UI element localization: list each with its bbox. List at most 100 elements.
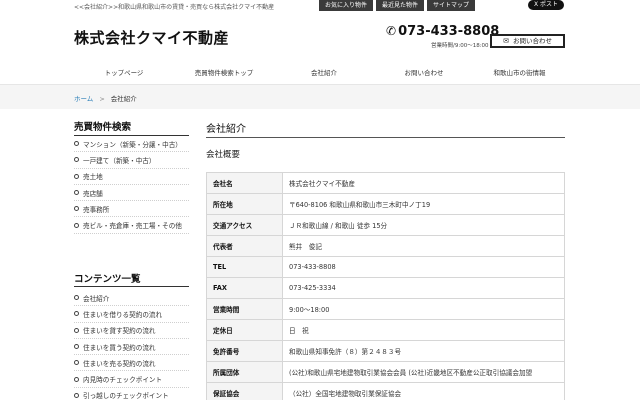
table-row: 会社名 株式会社クマイ不動産	[206, 172, 565, 194]
circle-bullet-icon	[74, 295, 79, 301]
top-breadcrumb: <<会社紹介>>和歌山県和歌山市の賃貸・売買なら株式会社クマイ不動産	[74, 4, 275, 11]
recently-viewed-tab[interactable]: 最近見た物件	[376, 0, 425, 11]
section-title: 会社概要	[206, 150, 241, 160]
breadcrumb-home[interactable]: ホーム	[74, 95, 93, 103]
circle-bullet-icon	[74, 311, 79, 317]
circle-bullet-icon	[74, 392, 79, 398]
list-item-label: 住まいを買う契約の流れ	[83, 343, 156, 352]
site-title[interactable]: 株式会社クマイ不動産	[74, 27, 229, 48]
business-hours: 営業時間/9:00～18:00	[431, 43, 489, 49]
list-item-label: 売店舗	[83, 189, 103, 198]
list-item-label: 売ビル・売倉庫・売工場・その他	[83, 222, 182, 231]
list-item-label: 住まいを売る契約の流れ	[83, 359, 156, 368]
list-item[interactable]: 住まいを買う契約の流れ	[74, 339, 189, 356]
contents-heading: コンテンツ一覧	[74, 274, 141, 285]
table-row: 保証協会 （公社）全国宅地建物取引業保証協会	[206, 382, 565, 400]
row-value: 9:00～18:00	[282, 298, 565, 320]
table-row: 代表者 熊井 俊記	[206, 235, 565, 257]
row-value: 073-433-8808	[282, 256, 565, 278]
nav-sales-search[interactable]: 売買物件検索トップ	[174, 67, 274, 77]
row-label: 会社名	[206, 172, 283, 194]
global-nav: トップページ 売買物件検索トップ 会社紹介 お問い合わせ 和歌山市の街情報	[74, 61, 565, 83]
breadcrumb-current: 会社紹介	[110, 95, 137, 103]
list-item-label: 内見時のチェックポイント	[83, 376, 163, 385]
list-item-label: マンション（新築・分譲・中古）	[83, 140, 182, 149]
list-item[interactable]: 売土地	[74, 169, 189, 185]
row-label: TEL	[206, 256, 283, 278]
row-label: 交通アクセス	[206, 214, 283, 236]
row-value: 熊井 俊記	[282, 235, 565, 257]
list-item-label: 引っ越しのチェックポイント	[83, 392, 169, 400]
company-info-table: 会社名 株式会社クマイ不動産 所在地 〒640-8106 和歌山県和歌山市三木町中ノ…	[206, 172, 565, 400]
row-value: 〒640-8106 和歌山県和歌山市三木町中ノ丁19	[282, 193, 565, 215]
row-value: 和歌山県知事免許（８）第２４８３号	[282, 340, 565, 362]
circle-bullet-icon	[74, 360, 79, 366]
row-value: (公社)和歌山県宅地建物取引業協会会員 (公社)近畿地区不動産公正取引協議会加盟	[282, 361, 565, 383]
row-value: （公社）全国宅地建物取引業保証協会	[282, 382, 565, 400]
contents-heading-rule	[74, 286, 189, 287]
list-item-label: 売土地	[83, 173, 103, 182]
row-label: 保証協会	[206, 382, 283, 400]
circle-bullet-icon	[74, 327, 79, 333]
sitemap-tab[interactable]: サイトマップ	[427, 0, 476, 11]
phone-number: ✆ 073-433-8808	[386, 24, 499, 39]
contents-list: 会社紹介 住まいを借りる契約の流れ 住まいを貸す契約の流れ 住まいを買う契約の流…	[74, 290, 189, 400]
contact-button[interactable]: ✉ お問い合わせ	[490, 34, 565, 48]
row-label: FAX	[206, 277, 283, 299]
row-value: 株式会社クマイ不動産	[282, 172, 565, 194]
search-heading: 売買物件検索	[74, 122, 132, 133]
list-item[interactable]: 引っ越しのチェックポイント	[74, 388, 189, 400]
nav-company[interactable]: 会社紹介	[274, 67, 374, 77]
phone-text: 073-433-8808	[398, 24, 500, 39]
list-item-label: 住まいを貸す契約の流れ	[83, 327, 156, 336]
list-item[interactable]: 内見時のチェックポイント	[74, 371, 189, 388]
list-item[interactable]: 住まいを売る契約の流れ	[74, 355, 189, 372]
circle-bullet-icon	[74, 222, 79, 228]
list-item[interactable]: 売店舗	[74, 185, 189, 202]
mail-icon: ✉	[503, 37, 509, 45]
nav-top-page[interactable]: トップページ	[74, 67, 174, 77]
top-strip: <<会社紹介>>和歌山県和歌山市の賃貸・売買なら株式会社クマイ不動産 お気に入り…	[0, 0, 640, 12]
favorites-tab[interactable]: お気に入り物件	[319, 0, 374, 11]
row-label: 営業時間	[206, 298, 283, 320]
table-row: 所在地 〒640-8106 和歌山県和歌山市三木町中ノ丁19	[206, 193, 565, 215]
list-item[interactable]: 住まいを借りる契約の流れ	[74, 306, 189, 323]
circle-bullet-icon	[74, 173, 79, 179]
table-row: FAX 073-425-3334	[206, 277, 565, 299]
nav-contact[interactable]: お問い合わせ	[374, 67, 474, 77]
table-row: TEL 073-433-8808	[206, 256, 565, 278]
list-item-label: 会社紹介	[83, 294, 110, 303]
row-value: ＪＲ和歌山線 / 和歌山 徒歩 15分	[282, 214, 565, 236]
circle-bullet-icon	[74, 141, 79, 147]
nav-city-info[interactable]: 和歌山市の街情報	[474, 67, 565, 77]
list-item[interactable]: 会社紹介	[74, 290, 189, 307]
list-item[interactable]: マンション（新築・分譲・中古）	[74, 136, 189, 153]
circle-bullet-icon	[74, 376, 79, 382]
list-item-label: 住まいを借りる契約の流れ	[83, 310, 163, 319]
list-item[interactable]: 一戸建て（新築・中古）	[74, 152, 189, 169]
list-item[interactable]: 住まいを貸す契約の流れ	[74, 323, 189, 339]
list-item-label: 一戸建て（新築・中古）	[83, 156, 156, 165]
list-item-label: 売事務所	[83, 205, 110, 214]
circle-bullet-icon	[74, 157, 79, 163]
row-label: 定休日	[206, 319, 283, 341]
circle-bullet-icon	[74, 206, 79, 212]
title-rule	[206, 137, 565, 138]
table-row: 免許番号 和歌山県知事免許（８）第２４８３号	[206, 340, 565, 362]
page-title: 会社紹介	[206, 124, 246, 135]
x-post-button[interactable]: X ポスト	[528, 0, 564, 10]
row-label: 代表者	[206, 235, 283, 257]
table-row: 定休日日 祝	[206, 319, 565, 341]
row-label: 所在地	[206, 193, 283, 215]
list-item[interactable]: 売ビル・売倉庫・売工場・その他	[74, 217, 189, 234]
row-value: 073-425-3334	[282, 277, 565, 299]
search-list: マンション（新築・分譲・中古） 一戸建て（新築・中古） 売土地 売店舗 売事務所…	[74, 136, 189, 234]
breadcrumb-separator: >	[99, 95, 105, 103]
table-row: 営業時間 9:00～18:00	[206, 298, 565, 320]
circle-bullet-icon	[74, 190, 79, 196]
top-tabs: お気に入り物件 最近見た物件 サイトマップ	[319, 0, 476, 11]
breadcrumb: ホーム > 会社紹介	[74, 93, 137, 103]
row-value: 日 祝	[282, 319, 565, 341]
phone-icon: ✆	[386, 24, 397, 38]
list-item[interactable]: 売事務所	[74, 201, 189, 218]
